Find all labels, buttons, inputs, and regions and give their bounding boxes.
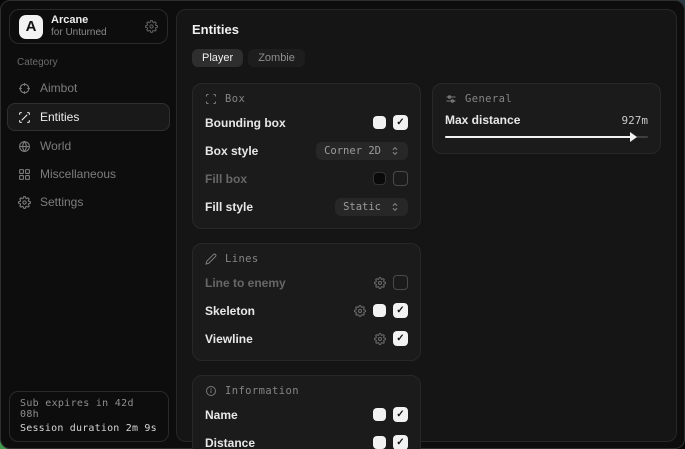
sidebar-item-settings[interactable]: Settings [7, 189, 170, 215]
general-card-header: General [445, 93, 648, 105]
information-card: Information Name Distance [192, 375, 421, 449]
entity-tabs: Player Zombie [192, 49, 661, 67]
entities-scan-icon [18, 111, 31, 124]
gear-icon[interactable] [354, 305, 366, 317]
max-distance-slider-fill [445, 136, 633, 138]
slider-thumb[interactable] [630, 132, 637, 142]
viewline-checkbox[interactable] [393, 331, 408, 346]
brand-name: Arcane [51, 14, 137, 27]
main-panel: Entities Player Zombie Box Bounding box [176, 9, 677, 442]
setting-row-line-to-enemy: Line to enemy [205, 272, 408, 293]
lines-card-title: Lines [225, 253, 259, 265]
gear-icon[interactable] [145, 20, 158, 33]
color-swatch[interactable] [373, 172, 386, 185]
box-card: Box Bounding box Box style Cor [192, 83, 421, 229]
color-swatch[interactable] [373, 436, 386, 449]
max-distance-slider[interactable] [445, 132, 648, 142]
general-card-title: General [465, 93, 512, 105]
setting-row-viewline: Viewline [205, 328, 408, 349]
max-distance-value: 927m [622, 114, 649, 127]
box-card-header: Box [205, 93, 408, 105]
tab-zombie[interactable]: Zombie [248, 49, 305, 67]
crosshair-icon [18, 82, 31, 95]
gear-icon [18, 196, 31, 209]
box-style-dropdown[interactable]: Corner 2D [316, 142, 408, 160]
setting-row-name: Name [205, 404, 408, 425]
color-swatch[interactable] [373, 304, 386, 317]
sidebar-item-label: Settings [40, 195, 83, 209]
sidebar-item-world[interactable]: World [7, 133, 170, 159]
app-window: A Arcane for Unturned Category Aimbot [0, 0, 685, 449]
chevrons-up-down-icon [390, 146, 400, 156]
sub-expires-text: Sub expires in 42d 08h [20, 398, 158, 420]
row-label: Fill box [205, 172, 373, 186]
setting-row-fill-style: Fill style Static [205, 196, 408, 217]
brand-text: Arcane for Unturned [51, 14, 137, 38]
grid-icon [18, 168, 31, 181]
dropdown-value: Corner 2D [324, 145, 381, 157]
sidebar-item-label: World [40, 139, 71, 153]
max-distance-row: Max distance 927m [445, 113, 648, 127]
sidebar-item-label: Miscellaneous [40, 167, 116, 181]
row-label: Line to enemy [205, 276, 374, 290]
gear-icon[interactable] [374, 333, 386, 345]
right-column: General Max distance 927m [432, 83, 661, 154]
brand-card: A Arcane for Unturned [9, 9, 168, 44]
gear-icon[interactable] [374, 277, 386, 289]
lines-card: Lines Line to enemy Skeleton [192, 243, 421, 361]
color-swatch[interactable] [373, 408, 386, 421]
fill-box-checkbox[interactable] [393, 171, 408, 186]
left-column: Box Bounding box Box style Cor [192, 83, 421, 449]
setting-row-bounding-box: Bounding box [205, 112, 408, 133]
row-label: Distance [205, 436, 373, 449]
setting-row-fill-box: Fill box [205, 168, 408, 189]
setting-row-skeleton: Skeleton [205, 300, 408, 321]
name-checkbox[interactable] [393, 407, 408, 422]
globe-icon [18, 140, 31, 153]
skeleton-checkbox[interactable] [393, 303, 408, 318]
setting-row-box-style: Box style Corner 2D [205, 140, 408, 161]
bounding-box-checkbox[interactable] [393, 115, 408, 130]
fill-style-dropdown[interactable]: Static [335, 198, 408, 216]
info-icon [205, 385, 217, 397]
max-distance-label: Max distance [445, 113, 622, 127]
chevrons-up-down-icon [390, 202, 400, 212]
setting-row-distance: Distance [205, 432, 408, 449]
app-logo: A [19, 15, 43, 39]
category-label: Category [17, 57, 58, 68]
sidebar-item-miscellaneous[interactable]: Miscellaneous [7, 161, 170, 187]
row-label: Viewline [205, 332, 374, 346]
brand-subtitle: for Unturned [51, 27, 137, 39]
information-card-header: Information [205, 385, 408, 397]
color-swatch[interactable] [373, 116, 386, 129]
distance-checkbox[interactable] [393, 435, 408, 449]
sidebar-nav: Aimbot Entities World Miscellaneous [1, 73, 176, 217]
sliders-icon [445, 93, 457, 105]
information-card-title: Information [225, 385, 299, 397]
subscription-status-card: Sub expires in 42d 08h Session duration … [9, 391, 169, 442]
row-label: Name [205, 408, 373, 422]
sidebar-item-entities[interactable]: Entities [7, 103, 170, 131]
session-duration-text: Session duration 2m 9s [20, 423, 158, 434]
sidebar-item-aimbot[interactable]: Aimbot [7, 75, 170, 101]
row-label: Fill style [205, 200, 335, 214]
tab-player[interactable]: Player [192, 49, 243, 67]
box-scan-icon [205, 93, 217, 105]
row-label: Box style [205, 144, 316, 158]
page-title: Entities [192, 22, 661, 37]
row-label: Skeleton [205, 304, 354, 318]
sidebar-item-label: Aimbot [40, 81, 77, 95]
general-card: General Max distance 927m [432, 83, 661, 154]
content-grid: Box Bounding box Box style Cor [192, 83, 661, 449]
row-label: Bounding box [205, 116, 373, 130]
sidebar-item-label: Entities [40, 110, 79, 124]
pencil-icon [205, 253, 217, 265]
box-card-title: Box [225, 93, 245, 105]
dropdown-value: Static [343, 201, 381, 213]
line-to-enemy-checkbox[interactable] [393, 275, 408, 290]
sidebar: A Arcane for Unturned Category Aimbot [1, 1, 176, 448]
lines-card-header: Lines [205, 253, 408, 265]
